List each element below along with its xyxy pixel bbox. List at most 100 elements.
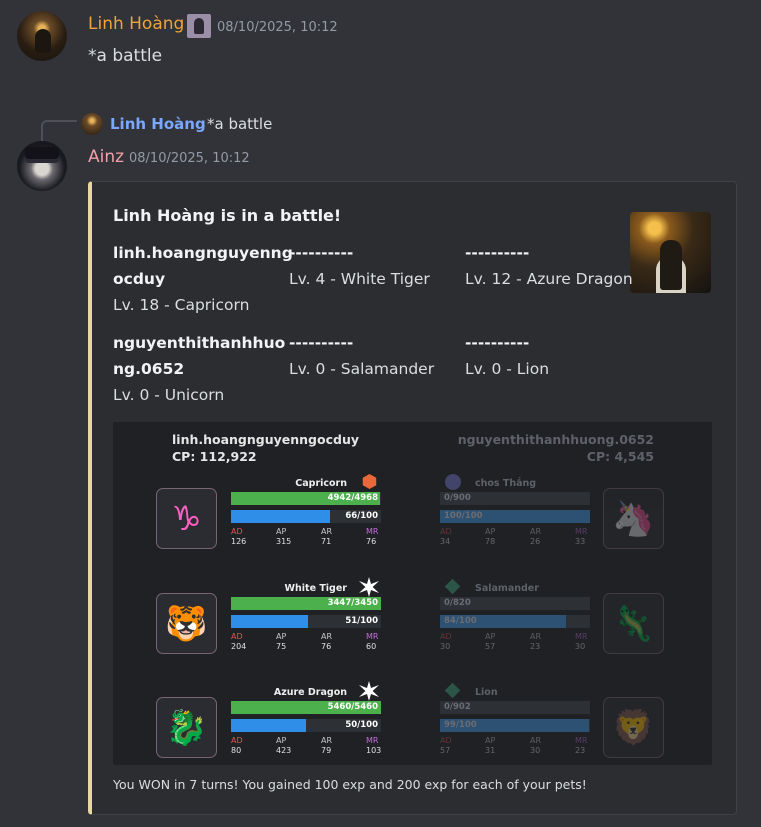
capricorn-portrait[interactable]: ♑ bbox=[156, 488, 217, 549]
stat-label-ap: AP bbox=[485, 632, 496, 641]
field-divider: ---------- bbox=[289, 334, 354, 352]
stat-label-ar: AR bbox=[530, 632, 542, 641]
field-divider: ---------- bbox=[465, 334, 530, 352]
stat-label-ar: AR bbox=[530, 527, 542, 536]
salamander-portrait[interactable]: 🦎 bbox=[603, 593, 664, 654]
mp-bar-text: 99/100 bbox=[444, 720, 477, 730]
stat-value-ar: 23 bbox=[530, 642, 541, 651]
mp-bar: 66/100 bbox=[231, 510, 381, 523]
team2-pet1-level: Lv. 0 - Salamander bbox=[289, 360, 435, 378]
team2-pet2: ---------- Lv. 0 - Lion bbox=[465, 330, 549, 382]
stat-value-mr: 76 bbox=[366, 537, 377, 546]
hp-bar-text: 5460/5460 bbox=[327, 702, 378, 712]
unicorn-portrait[interactable]: 🦄 bbox=[603, 488, 664, 549]
reply-connector bbox=[41, 120, 77, 142]
stat-value-ap: 315 bbox=[276, 537, 292, 546]
team2-pet2-level: Lv. 0 - Lion bbox=[465, 360, 550, 378]
hp-bar: 0/820 bbox=[440, 597, 590, 610]
stat-value-ap: 78 bbox=[485, 537, 496, 546]
reply-text[interactable]: *a battle bbox=[207, 115, 272, 133]
mp-bar: 100/100 bbox=[440, 510, 590, 523]
status-dot-icon bbox=[445, 474, 461, 490]
player1-header: linh.hoangnguyenngocduy CP: 112,922 bbox=[172, 431, 359, 465]
stat-label-ap: AP bbox=[276, 736, 287, 745]
hp-bar: 4942/4968 bbox=[231, 492, 381, 505]
mp-bar-text: 50/100 bbox=[345, 720, 378, 730]
stat-label-ar: AR bbox=[321, 736, 333, 745]
stat-value-mr: 33 bbox=[575, 537, 586, 546]
mp-bar: 99/100 bbox=[440, 719, 590, 732]
mp-bar-text: 66/100 bbox=[345, 511, 378, 521]
hp-bar-text: 0/902 bbox=[444, 702, 471, 712]
team1-name-cont: ocduy bbox=[113, 270, 166, 288]
stat-label-mr: MR bbox=[575, 632, 588, 641]
hp-bar: 0/902 bbox=[440, 701, 590, 714]
team2-player: nguyenthithanhhuo ng.0652 Lv. 0 - Unicor… bbox=[113, 330, 285, 408]
pet-name: Azure Dragon bbox=[273, 687, 347, 698]
element-gem-icon bbox=[362, 474, 377, 489]
message-text: *a battle bbox=[88, 46, 163, 66]
hp-bar-text: 0/900 bbox=[444, 493, 471, 503]
avatar[interactable] bbox=[17, 11, 67, 61]
tiger-portrait[interactable]: 🐯 bbox=[156, 593, 217, 654]
mp-bar-text: 84/100 bbox=[444, 616, 477, 626]
team2-name-cont: ng.0652 bbox=[113, 360, 185, 378]
lion-portrait[interactable]: 🦁 bbox=[603, 697, 664, 758]
battle-embed: Linh Hoàng is in a battle! linh.hoangngu… bbox=[88, 181, 737, 815]
stat-label-ar: AR bbox=[321, 527, 333, 536]
stat-label-mr: MR bbox=[366, 527, 379, 536]
stat-value-ad: 126 bbox=[231, 537, 247, 546]
mp-bar-fill bbox=[231, 615, 308, 628]
pet-name: Salamander bbox=[475, 583, 539, 594]
stat-value-ap: 423 bbox=[276, 746, 292, 755]
bot-avatar[interactable] bbox=[17, 141, 67, 191]
team2-name: nguyenthithanhhuo bbox=[113, 334, 286, 352]
player2-header: nguyenthithanhhuong.0652 CP: 4,545 bbox=[458, 431, 654, 465]
stat-value-ad: 30 bbox=[440, 642, 451, 651]
mp-bar: 84/100 bbox=[440, 615, 590, 628]
dragon-portrait[interactable]: 🐉 bbox=[156, 697, 217, 758]
stat-label-ap: AP bbox=[485, 527, 496, 536]
stat-value-ar: 26 bbox=[530, 537, 541, 546]
hp-bar-text: 0/820 bbox=[444, 598, 471, 608]
stat-value-ar: 30 bbox=[530, 746, 541, 755]
hp-bar: 3447/3450 bbox=[231, 597, 381, 610]
stat-label-ad: AD bbox=[231, 632, 243, 641]
embed-title: Linh Hoàng is in a battle! bbox=[113, 206, 342, 225]
stat-label-mr: MR bbox=[366, 632, 379, 641]
battle-image[interactable]: linh.hoangnguyenngocduy CP: 112,922 nguy… bbox=[113, 422, 712, 765]
team1-name: linh.hoangnguyenng bbox=[113, 244, 293, 262]
dragon-icon: 🐉 bbox=[165, 707, 208, 748]
mp-bar-text: 51/100 bbox=[345, 616, 378, 626]
stat-label-ad: AD bbox=[231, 527, 243, 536]
reply-username[interactable]: Linh Hoàng bbox=[110, 115, 206, 133]
stat-value-mr: 60 bbox=[366, 642, 377, 651]
player2-cp: CP: 4,545 bbox=[586, 449, 654, 464]
stat-value-ad: 57 bbox=[440, 746, 451, 755]
pet-name: chos Thắng bbox=[475, 478, 537, 489]
mp-bar-fill bbox=[231, 510, 330, 523]
stat-value-ap: 75 bbox=[276, 642, 287, 651]
pet-name: White Tiger bbox=[284, 583, 347, 594]
team1-pet2-level: Lv. 12 - Azure Dragon bbox=[465, 270, 633, 288]
player2-name: nguyenthithanhhuong.0652 bbox=[457, 432, 654, 447]
team1-level: Lv. 18 - Capricorn bbox=[113, 296, 250, 314]
salamander-icon: 🦎 bbox=[612, 603, 655, 644]
field-divider: ---------- bbox=[289, 244, 354, 262]
stat-value-mr: 23 bbox=[575, 746, 586, 755]
stat-value-mr: 30 bbox=[575, 642, 586, 651]
mp-bar: 50/100 bbox=[231, 719, 381, 732]
stat-label-ar: AR bbox=[530, 736, 542, 745]
stat-value-ar: 76 bbox=[321, 642, 332, 651]
stat-label-ap: AP bbox=[485, 736, 496, 745]
pet-name: Capricorn bbox=[295, 478, 347, 489]
embed-thumbnail[interactable] bbox=[630, 212, 711, 293]
stat-value-ad: 204 bbox=[231, 642, 247, 651]
hp-bar: 5460/5460 bbox=[231, 701, 381, 714]
bot-username[interactable]: Ainz bbox=[88, 147, 124, 167]
tiger-icon: 🐯 bbox=[165, 603, 208, 644]
burst-icon bbox=[359, 681, 379, 701]
team1-player: linh.hoangnguyenng ocduy Lv. 18 - Capric… bbox=[113, 240, 293, 318]
username[interactable]: Linh Hoàng bbox=[88, 14, 184, 34]
hp-bar: 0/900 bbox=[440, 492, 590, 505]
